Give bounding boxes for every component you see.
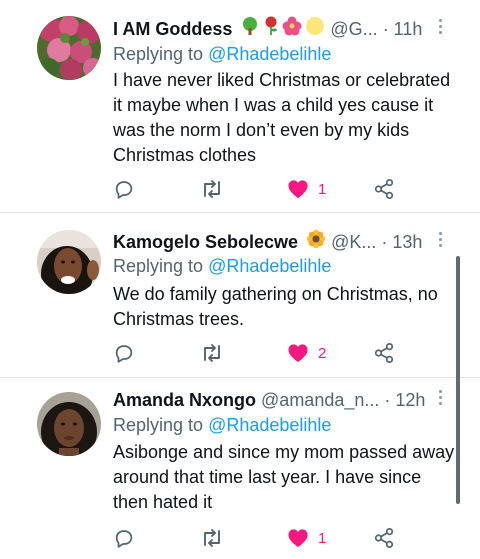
share-button[interactable]	[373, 525, 395, 551]
replying-to-label: Replying to	[113, 44, 204, 64]
timestamp[interactable]: · 12h	[384, 390, 425, 410]
replying-to: Replying to @Rhadebelihle	[113, 42, 331, 67]
scrollbar[interactable]	[456, 256, 460, 504]
like-count: 2	[318, 344, 327, 362]
avatar[interactable]	[37, 16, 101, 80]
like-button[interactable]: 1	[287, 176, 326, 202]
tweet-text: I have never liked Christmas or celebrat…	[113, 70, 451, 165]
share-icon	[374, 527, 394, 549]
share-icon	[374, 342, 394, 364]
mention-link[interactable]: @Rhadebelihle	[208, 415, 331, 435]
like-button[interactable]: 2	[287, 340, 326, 366]
more-options-icon[interactable]	[438, 19, 442, 37]
more-options-icon[interactable]	[438, 390, 442, 408]
replying-to: Replying to @Rhadebelihle	[113, 413, 331, 438]
share-icon	[374, 178, 394, 200]
user-handle[interactable]: @G...	[330, 19, 377, 39]
share-button[interactable]	[373, 340, 395, 366]
more-options-icon[interactable]	[438, 232, 442, 250]
yellow-circle-emoji-icon	[305, 16, 325, 44]
tweet-header: Amanda Nxongo @amanda_n... · 12h	[113, 386, 425, 414]
timestamp[interactable]: · 11h	[383, 19, 423, 39]
reply-button[interactable]	[113, 525, 135, 551]
tweet-3[interactable]: Amanda Nxongo @amanda_n... · 12h Replyin…	[0, 378, 480, 559]
user-handle[interactable]: @K...	[331, 232, 376, 252]
like-count: 1	[318, 529, 327, 547]
retweet-button[interactable]	[200, 176, 224, 202]
like-count: 1	[318, 180, 327, 198]
heart-icon	[288, 180, 308, 199]
tweet-actions: 1	[0, 176, 480, 202]
timestamp[interactable]: · 13h	[381, 232, 422, 252]
share-button[interactable]	[373, 176, 395, 202]
replying-to-label: Replying to	[113, 415, 204, 435]
tree-emoji-icon	[240, 16, 260, 44]
retweet-icon	[204, 344, 220, 362]
replying-to-label: Replying to	[113, 256, 204, 276]
tweet-header: I AM Goddess @G... · 11h	[113, 15, 422, 43]
mention-link[interactable]: @Rhadebelihle	[208, 256, 331, 276]
retweet-button[interactable]	[200, 525, 224, 551]
retweet-icon	[204, 529, 220, 547]
mention-link[interactable]: @Rhadebelihle	[208, 44, 331, 64]
retweet-icon	[204, 180, 220, 198]
user-handle[interactable]: @amanda_n...	[261, 390, 379, 410]
heart-icon	[288, 529, 308, 548]
like-button[interactable]: 1	[287, 525, 326, 551]
display-name[interactable]: Kamogelo Sebolecwe	[113, 232, 298, 252]
tweet-2[interactable]: Kamogelo Sebolecwe @K... · 13h Replying …	[0, 213, 480, 377]
tweet-actions: 1	[0, 525, 480, 551]
avatar[interactable]	[37, 230, 101, 294]
tweet-text: We do family gathering on Christmas, no …	[113, 284, 438, 329]
rose-emoji-icon	[263, 16, 279, 44]
reply-icon	[115, 181, 133, 199]
reply-button[interactable]	[113, 340, 135, 366]
display-name[interactable]: I AM Goddess	[113, 19, 232, 39]
tweet-actions: 2	[0, 340, 480, 366]
reply-icon	[115, 530, 133, 548]
retweet-button[interactable]	[200, 340, 224, 366]
hibiscus-emoji-icon	[282, 16, 302, 44]
replying-to: Replying to @Rhadebelihle	[113, 254, 331, 279]
tweet-1[interactable]: I AM Goddess @G... · 11h Replying to @Rh…	[0, 0, 480, 212]
heart-icon	[288, 344, 308, 363]
tweet-text: Asibonge and since my mom passed away ar…	[113, 442, 455, 512]
avatar[interactable]	[37, 392, 101, 456]
display-name[interactable]: Amanda Nxongo	[113, 390, 256, 410]
tweet-header: Kamogelo Sebolecwe @K... · 13h	[113, 228, 422, 256]
reply-icon	[115, 345, 133, 363]
reply-button[interactable]	[113, 176, 135, 202]
